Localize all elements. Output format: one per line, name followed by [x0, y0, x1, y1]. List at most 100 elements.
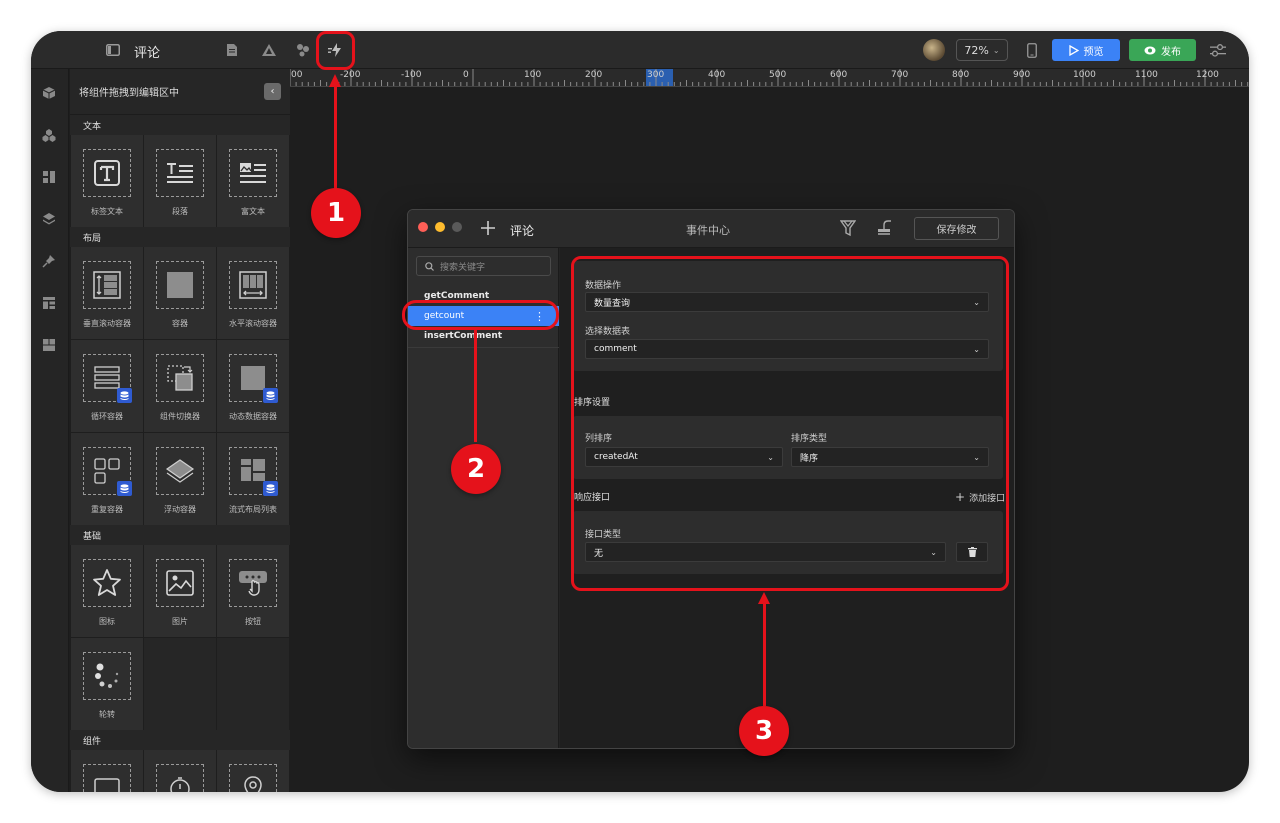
sidebar-toggle-icon[interactable]	[102, 39, 124, 61]
minimize-window-button[interactable]	[435, 222, 445, 232]
annotation-arrow-3	[763, 602, 766, 706]
ruler-label: 1200	[1196, 70, 1219, 80]
ruler-label: 1100	[1135, 70, 1158, 80]
component-dynamic-data[interactable]: 动态数据容器	[217, 340, 289, 432]
annotation-arrow-1	[334, 86, 337, 190]
components-icon[interactable]	[39, 125, 59, 145]
widget-components-grid	[70, 750, 290, 792]
component-panel: 将组件拖拽到编辑区中 ‹ 文本 标签文本 段落 富文本 布局 垂直滚动容器 容器…	[70, 69, 290, 792]
save-changes-button[interactable]: 保存修改	[914, 217, 999, 240]
dialog-title: 事件中心	[686, 224, 730, 237]
preview-button[interactable]: 预览	[1052, 39, 1120, 61]
component-name: 富文本	[241, 207, 265, 216]
layers-icon[interactable]	[39, 209, 59, 229]
template-icon[interactable]	[39, 335, 59, 355]
component-widget-1[interactable]	[71, 750, 143, 792]
zoom-window-button[interactable]	[452, 222, 462, 232]
filter-icon[interactable]	[839, 219, 857, 241]
component-name: 段落	[172, 207, 188, 216]
settings-sliders-icon[interactable]	[1207, 39, 1229, 61]
eye-icon	[1144, 46, 1156, 54]
pages-icon[interactable]	[39, 293, 59, 313]
component-container[interactable]: 容器	[144, 247, 216, 339]
zoom-select[interactable]: 72% ⌄	[956, 39, 1008, 61]
component-name: 水平滚动容器	[229, 319, 277, 328]
switcher-icon	[156, 354, 204, 402]
database-icon	[263, 481, 278, 496]
top-toolbar: 评论 72% ⌄ 预览 发布	[31, 31, 1249, 69]
left-rail	[31, 69, 69, 792]
ruler-label: -200	[340, 70, 361, 80]
event-center-header: 评论 事件中心 保存修改	[408, 210, 1014, 248]
list-divider	[408, 347, 559, 348]
horizontal-ruler: 00 -200 -100 0 100 200 300 400 500 600 7…	[290, 69, 1249, 87]
component-panel-heading: 将组件拖拽到编辑区中	[79, 88, 179, 99]
component-image[interactable]: 图片	[144, 545, 216, 637]
image-icon	[156, 559, 204, 607]
ruler-label: 600	[830, 70, 848, 80]
paragraph-icon	[156, 149, 204, 197]
plugin-icon[interactable]	[875, 219, 893, 241]
component-repeat-container[interactable]: 重复容器	[71, 433, 143, 525]
search-icon	[425, 261, 434, 271]
ruler-label: 500	[769, 70, 787, 80]
component-horizontal-scroll[interactable]: 水平滚动容器	[217, 247, 289, 339]
component-name: 按钮	[245, 617, 261, 626]
component-flow-list[interactable]: 流式布局列表	[217, 433, 289, 525]
ruler-label: 0	[463, 70, 469, 80]
pin-icon[interactable]	[39, 251, 59, 271]
collapse-panel-button[interactable]: ‹	[264, 83, 281, 100]
container-icon	[156, 261, 204, 309]
ruler-label: 400	[708, 70, 726, 80]
preview-label: 预览	[1083, 46, 1104, 58]
horizontal-scroll-icon	[229, 261, 277, 309]
mobile-device-icon[interactable]	[1021, 39, 1043, 61]
component-name: 组件切换器	[160, 412, 200, 421]
component-paragraph[interactable]: 段落	[144, 135, 216, 227]
ruler-label: 200	[585, 70, 603, 80]
add-event-button[interactable]	[480, 220, 496, 240]
ruler-label: 700	[891, 70, 909, 80]
carousel-icon	[83, 652, 131, 700]
component-name: 标签文本	[91, 207, 123, 216]
annotation-marker-2: 2	[451, 444, 501, 494]
component-label-text[interactable]: 标签文本	[71, 135, 143, 227]
app-title: 评论	[134, 46, 161, 61]
ruler-label: 1000	[1073, 70, 1096, 80]
publish-label: 发布	[1161, 46, 1181, 58]
component-button[interactable]: 按钮	[217, 545, 289, 637]
annotation-marker-3: 3	[739, 706, 789, 756]
component-icon[interactable]: 图标	[71, 545, 143, 637]
layout-components-grid: 垂直滚动容器 容器 水平滚动容器 循环容器 组件切换器 动态数据容器 重复容器 …	[70, 247, 290, 525]
empty-cell	[217, 638, 289, 730]
component-name: 循环容器	[91, 412, 123, 421]
annotation-box-event-icon	[316, 31, 355, 70]
ruler-label: 800	[952, 70, 970, 80]
event-search-input[interactable]: 搜索关键字	[416, 256, 551, 276]
location-icon	[229, 764, 277, 792]
component-carousel[interactable]: 轮转	[71, 638, 143, 730]
close-window-button[interactable]	[418, 222, 428, 232]
component-switcher[interactable]: 组件切换器	[144, 340, 216, 432]
publish-button[interactable]: 发布	[1129, 39, 1196, 61]
annotation-box-config	[571, 256, 1009, 591]
component-vertical-scroll[interactable]: 垂直滚动容器	[71, 247, 143, 339]
chevron-left-icon: ‹	[270, 86, 275, 97]
component-rich-text[interactable]: 富文本	[217, 135, 289, 227]
component-widget-3[interactable]	[217, 750, 289, 792]
text-icon	[83, 149, 131, 197]
drive-icon[interactable]	[258, 39, 280, 61]
data-source-icon[interactable]	[292, 39, 314, 61]
page-icon[interactable]	[221, 39, 243, 61]
avatar[interactable]	[923, 39, 945, 61]
repeat-container-icon	[83, 447, 132, 496]
play-icon	[1068, 44, 1079, 56]
component-name: 重复容器	[91, 505, 123, 514]
component-floating-container[interactable]: 浮动容器	[144, 433, 216, 525]
layout-icon[interactable]	[39, 167, 59, 187]
cube-icon[interactable]	[39, 83, 59, 103]
ruler-label: 900	[1013, 70, 1031, 80]
component-widget-2[interactable]	[144, 750, 216, 792]
component-loop-container[interactable]: 循环容器	[71, 340, 143, 432]
component-name: 动态数据容器	[229, 412, 277, 421]
